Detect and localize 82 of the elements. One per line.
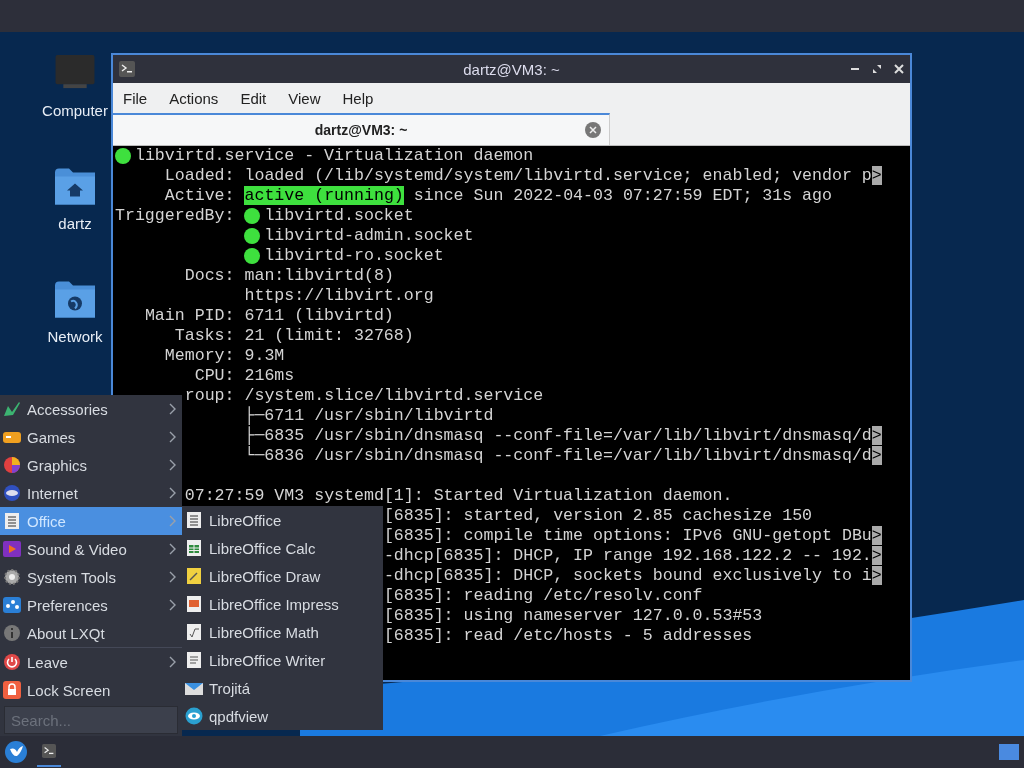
text-document-icon [185,651,203,669]
terminal-text: Main PID: 6711 (libvirtd) [144,306,394,325]
overflow-marker: > [871,166,882,185]
document-icon [3,512,21,530]
menu-item[interactable]: Edit [240,89,267,107]
terminal-text: libvirtd.service - Virtualization daemon [134,146,534,165]
terminal-text: [6835]: read /etc/hosts - 5 addresses [383,626,753,645]
window-title: dartz@VM3: ~ [463,60,560,78]
presentation-icon [185,595,203,613]
terminal-text: ├─6835 /usr/sbin/dnsmasq --conf-file=/var/lib/libvirt/dnsmasq/d [244,426,872,445]
terminal-text: [6835]: compile time options: IPv6 GNU-getopt DBu [383,526,872,545]
terminal-text: ├─6711 /usr/sbin/libvirtd [244,406,494,425]
formula-document-icon [185,623,203,641]
lock-icon [3,681,21,699]
desktop-icon-label[interactable]: Computer [42,102,108,119]
terminal-text: Active: [164,186,236,205]
terminal-text: [6835]: using nameserver 127.0.0.53#53 [383,606,763,625]
menu-item[interactable]: Lock Screen [0,676,182,704]
document-icon [185,511,203,529]
menu-item[interactable]: Help [342,89,374,107]
terminal-text: [6835]: reading /etc/resolv.conf [383,586,703,605]
terminal-text: TriggeredBy: [115,206,236,225]
menu-item[interactable]: System Tools [0,563,182,591]
media-icon [3,540,21,558]
terminal-text: Loaded: loaded (/lib/systemd/system/libvirtd.service; enabled; vendor p [164,166,872,185]
dots-icon [3,596,21,614]
status-highlight: active (running) [244,186,404,205]
menu-item[interactable]: About LXQt [0,619,182,647]
terminal-tab[interactable]: dartz@VM3: ~ [113,113,610,145]
terminal-text: -dhcp[6835]: DHCP, sockets bound exclusively to i [383,566,872,585]
desktop-icon-label[interactable]: dartz [58,215,92,232]
terminal-icon [119,61,135,77]
globe-icon [3,484,21,502]
eye-icon [185,707,203,725]
terminal-text: Tasks: 21 (limit: 32768) [174,326,414,345]
terminal-text: libvirtd-ro.socket [264,246,444,265]
menu-item[interactable]: LibreOffice [182,506,383,534]
terminal-text: -dhcp[6835]: DHCP, IP range 192.168.122.2 -- 192. [383,546,872,565]
terminal-text: [6835]: started, version 2.85 cachesize 150 [383,506,813,525]
menu-item[interactable]: Sound & Video [0,535,182,563]
menu-item[interactable]: LibreOffice Math [182,618,383,646]
menu-item[interactable]: Internet [0,479,182,507]
info-icon [3,624,21,642]
overflow-marker: > [871,526,882,545]
menu-item[interactable]: Actions [169,89,219,107]
menu-item[interactable]: Accessories [0,395,182,423]
terminal-text: since Sun 2022-04-03 07:27:59 EDT; 31s ago [413,186,832,205]
overflow-marker: > [871,566,882,585]
menu-item[interactable]: qpdfview [182,702,383,730]
terminal-text: Memory: 9.3M [164,346,285,365]
desktop-icon-label[interactable]: Network [47,328,103,345]
drawing-document-icon [185,567,203,585]
power-icon [3,653,21,671]
menu-item[interactable]: LibreOffice Draw [182,562,383,590]
terminal-text: └─6836 /usr/sbin/dnsmasq --conf-file=/var/lib/libvirt/dnsmasq/d [244,446,872,465]
menu-item[interactable]: LibreOffice Writer [182,646,383,674]
color-wheel-icon [3,456,21,474]
menu-item[interactable]: Graphics [0,451,182,479]
menu-item[interactable]: Games [0,423,182,451]
menu-item[interactable]: Trojitá [182,674,383,702]
gear-icon [3,568,21,586]
terminal-text: libvirtd-admin.socket [264,226,474,245]
terminal-text: https://libvirt.org [244,286,434,305]
maximize-icon[interactable] [872,64,882,74]
close-icon[interactable] [894,64,904,74]
menu-item[interactable]: View [288,89,321,107]
terminal-text: libvirtd.socket [264,206,414,225]
menu-item[interactable]: Leave [0,648,182,676]
overflow-marker: > [871,546,882,565]
close-tab-icon[interactable] [585,122,601,138]
menu-item[interactable]: LibreOffice Impress [182,590,383,618]
terminal-text: Docs: man:libvirtd(8) [184,266,394,285]
spreadsheet-icon [185,539,203,557]
overflow-marker: > [871,426,882,445]
menu-item[interactable]: File [123,89,148,107]
menu-item[interactable]: Preferences [0,591,182,619]
overflow-marker: > [871,446,882,465]
menu-item[interactable]: LibreOffice Calc [182,534,383,562]
terminal-text: CPU: 216ms [194,366,295,385]
terminal-text: roup: /system.slice/libvirtd.service [184,386,544,405]
terminal-icon [42,744,56,758]
terminal-text: 07:27:59 VM3 systemd[1]: Started Virtualization daemon. [184,486,733,505]
